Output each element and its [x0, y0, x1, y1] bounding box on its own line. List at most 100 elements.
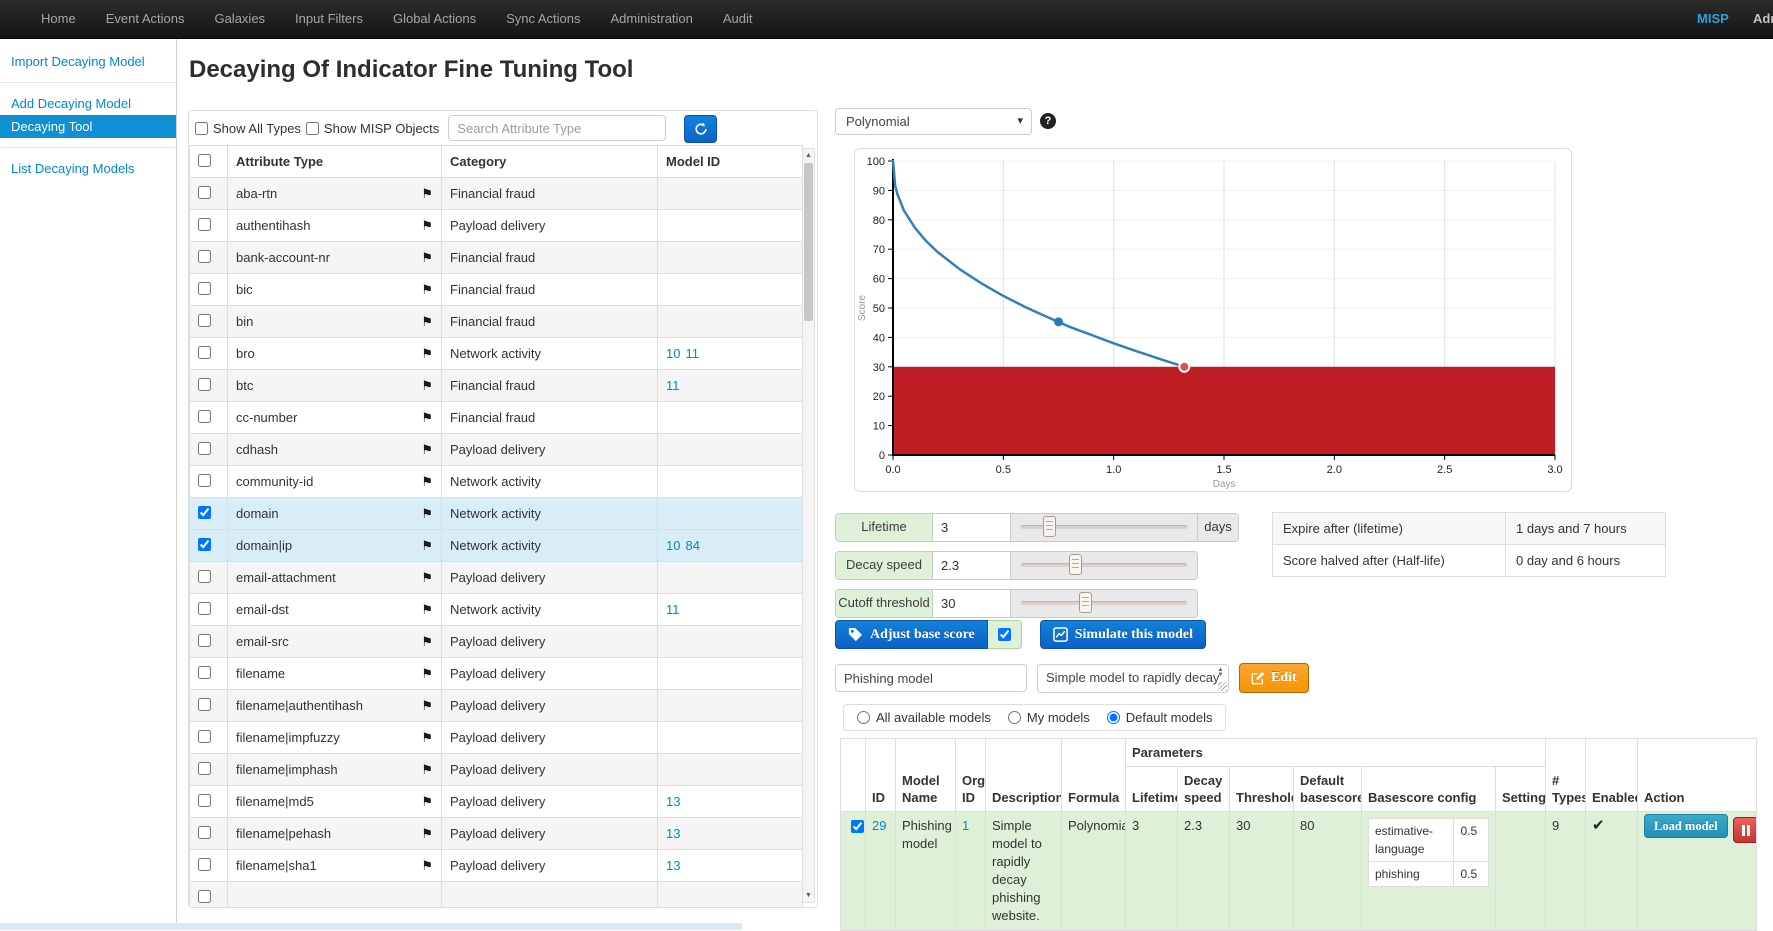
- attribute-table-scrollbar[interactable]: ▲ ▼: [802, 148, 815, 903]
- simulate-model-button[interactable]: Simulate this model: [1040, 620, 1206, 649]
- nav-item-sync-actions[interactable]: Sync Actions: [491, 0, 595, 38]
- model-id-link[interactable]: 10: [666, 538, 680, 553]
- attribute-row[interactable]: bro⚑Network activity1011: [190, 338, 803, 370]
- nav-admin[interactable]: Admin: [1753, 0, 1773, 38]
- attribute-row[interactable]: filename|sha1⚑Payload delivery13: [190, 850, 803, 882]
- attribute-row[interactable]: filename|pehash⚑Payload delivery13: [190, 818, 803, 850]
- attribute-row-checkbox[interactable]: [198, 442, 211, 455]
- attribute-row-checkbox[interactable]: [198, 346, 211, 359]
- attribute-row[interactable]: filename⚑Payload delivery: [190, 658, 803, 690]
- flag-icon[interactable]: ⚑: [421, 410, 433, 426]
- flag-icon[interactable]: ⚑: [421, 730, 433, 746]
- attribute-row[interactable]: domain⚑Network activity: [190, 498, 803, 530]
- edit-model-button[interactable]: Edit: [1239, 663, 1309, 693]
- show-misp-objects-checkbox[interactable]: [306, 122, 319, 135]
- flag-icon[interactable]: ⚑: [421, 762, 433, 778]
- nav-item-event-actions[interactable]: Event Actions: [91, 0, 200, 38]
- attribute-row-checkbox[interactable]: [198, 506, 211, 519]
- model-id-link[interactable]: 11: [685, 346, 699, 361]
- decay-chart[interactable]: 01020304050607080901000.00.51.01.52.02.5…: [855, 149, 1571, 491]
- flag-icon[interactable]: ⚑: [421, 698, 433, 714]
- attribute-row-checkbox[interactable]: [198, 858, 211, 871]
- attribute-row[interactable]: filename|authentihash⚑Payload delivery: [190, 690, 803, 722]
- slider[interactable]: [1011, 552, 1197, 579]
- attribute-row[interactable]: email-dst⚑Network activity11: [190, 594, 803, 626]
- flag-icon[interactable]: ⚑: [421, 826, 433, 842]
- flag-icon[interactable]: ⚑: [421, 602, 433, 618]
- model-row-checkbox[interactable]: [851, 820, 864, 833]
- flag-icon[interactable]: ⚑: [421, 666, 433, 682]
- adjust-base-score-checkbox[interactable]: [998, 628, 1011, 641]
- slider[interactable]: [1011, 590, 1197, 617]
- attribute-row[interactable]: cc-number⚑Financial fraud: [190, 402, 803, 434]
- pause-model-button[interactable]: [1733, 817, 1757, 843]
- nav-item-galaxies[interactable]: Galaxies: [199, 0, 280, 38]
- scroll-down-icon[interactable]: ▼: [803, 889, 814, 902]
- model-id-link[interactable]: 13: [666, 794, 680, 809]
- filter-radio[interactable]: [1107, 711, 1120, 724]
- attribute-row-checkbox[interactable]: [198, 698, 211, 711]
- nav-item-home[interactable]: Home: [26, 0, 91, 38]
- sidebar-item-import-decaying-model[interactable]: Import Decaying Model: [0, 50, 176, 73]
- slider-value-input[interactable]: [933, 590, 1011, 617]
- slider-value-input[interactable]: [933, 514, 1011, 541]
- attribute-row-checkbox[interactable]: [198, 474, 211, 487]
- attribute-row-checkbox[interactable]: [198, 794, 211, 807]
- flag-icon[interactable]: ⚑: [421, 314, 433, 330]
- spinner-icon[interactable]: [1216, 668, 1225, 678]
- attribute-row-checkbox[interactable]: [198, 570, 211, 583]
- attribute-row[interactable]: btc⚑Financial fraud11: [190, 370, 803, 402]
- flag-icon[interactable]: ⚑: [421, 794, 433, 810]
- attribute-row-checkbox[interactable]: [198, 378, 211, 391]
- attribute-row-checkbox[interactable]: [198, 634, 211, 647]
- attribute-row-checkbox[interactable]: [198, 218, 211, 231]
- slider-value-input[interactable]: [933, 552, 1011, 579]
- model-id-link[interactable]: 11: [666, 378, 680, 393]
- load-model-button[interactable]: Load model: [1644, 814, 1728, 838]
- scrollbar-thumb[interactable]: [804, 163, 813, 321]
- model-id-link[interactable]: 10: [666, 346, 680, 361]
- attribute-row-checkbox[interactable]: [198, 250, 211, 263]
- attribute-row-checkbox[interactable]: [198, 890, 211, 903]
- show-all-types-checkbox[interactable]: [195, 122, 208, 135]
- scroll-up-icon[interactable]: ▲: [803, 149, 814, 162]
- select-all-checkbox[interactable]: [198, 154, 211, 167]
- sidebar-item-decaying-tool[interactable]: Decaying Tool: [0, 115, 176, 138]
- attribute-row-checkbox[interactable]: [198, 282, 211, 295]
- model-row[interactable]: 29Phishing model1Simple model to rapidly…: [841, 812, 1757, 931]
- flag-icon[interactable]: ⚑: [421, 250, 433, 266]
- flag-icon[interactable]: ⚑: [421, 442, 433, 458]
- attribute-row-checkbox[interactable]: [198, 538, 211, 551]
- adjust-base-score-button[interactable]: Adjust base score: [835, 620, 988, 649]
- attribute-row[interactable]: email-attachment⚑Payload delivery: [190, 562, 803, 594]
- filter-radio[interactable]: [1008, 711, 1021, 724]
- attribute-row-checkbox[interactable]: [198, 410, 211, 423]
- flag-icon[interactable]: ⚑: [421, 634, 433, 650]
- slider-handle[interactable]: [1069, 554, 1082, 575]
- flag-icon[interactable]: ⚑: [421, 186, 433, 202]
- attribute-row[interactable]: [190, 882, 803, 909]
- nav-item-input-filters[interactable]: Input Filters: [280, 0, 378, 38]
- show-all-types-toggle[interactable]: Show All Types: [195, 121, 301, 136]
- sidebar-item-add-decaying-model[interactable]: Add Decaying Model: [0, 92, 176, 115]
- attribute-row[interactable]: bank-account-nr⚑Financial fraud: [190, 242, 803, 274]
- flag-icon[interactable]: ⚑: [421, 282, 433, 298]
- attribute-row-checkbox[interactable]: [198, 730, 211, 743]
- slider-handle[interactable]: [1043, 516, 1056, 537]
- attribute-row[interactable]: bin⚑Financial fraud: [190, 306, 803, 338]
- attribute-row-checkbox[interactable]: [198, 314, 211, 327]
- sidebar-item-list-decaying-models[interactable]: List Decaying Models: [0, 157, 176, 180]
- nav-item-administration[interactable]: Administration: [596, 0, 708, 38]
- attribute-row-checkbox[interactable]: [198, 602, 211, 615]
- question-icon[interactable]: [1040, 113, 1056, 129]
- formula-select[interactable]: Polynomial: [835, 108, 1032, 135]
- attribute-row-checkbox[interactable]: [198, 826, 211, 839]
- filter-option-default-models[interactable]: Default models: [1107, 710, 1213, 725]
- resize-grip-icon[interactable]: [1218, 682, 1227, 691]
- search-input[interactable]: [448, 115, 666, 141]
- adjust-base-score-toggle[interactable]: [988, 620, 1022, 649]
- filter-radio[interactable]: [857, 711, 870, 724]
- nav-item-global-actions[interactable]: Global Actions: [378, 0, 491, 38]
- flag-icon[interactable]: ⚑: [421, 570, 433, 586]
- slider[interactable]: [1011, 514, 1197, 541]
